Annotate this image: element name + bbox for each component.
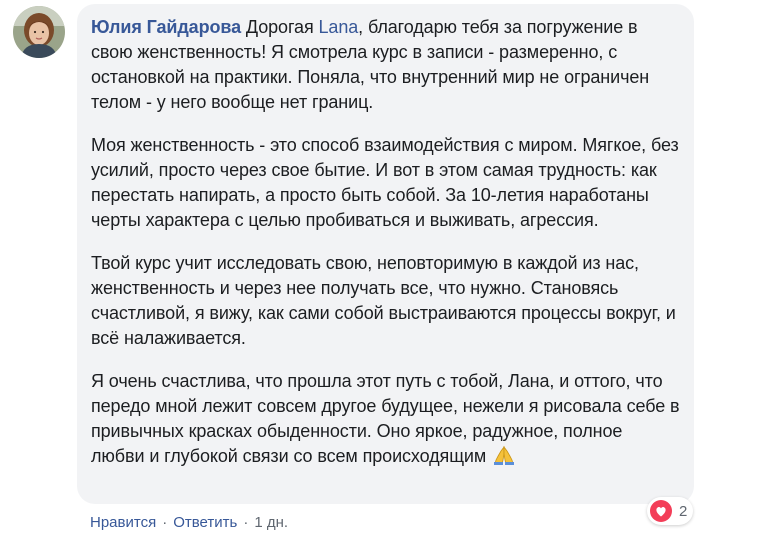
paragraph-4-text: Я очень счастлива, что прошла этот путь …: [91, 371, 680, 466]
folded-hands-icon: [493, 445, 515, 465]
comment: Юлия Гайдарова Дорогая Lana, благодарю т…: [0, 0, 765, 540]
separator: ·: [243, 513, 249, 531]
timestamp[interactable]: 1 дн.: [254, 514, 288, 531]
reaction-count: 2: [679, 502, 688, 520]
comment-paragraph-4: Я очень счастлива, что прошла этот путь …: [91, 369, 680, 469]
comment-paragraph-3: Твой курс учит исследовать свою, неповто…: [91, 253, 676, 348]
reply-button[interactable]: Ответить: [173, 514, 237, 531]
comment-bubble: Юлия Гайдарова Дорогая Lana, благодарю т…: [77, 4, 694, 504]
avatar-image: [13, 6, 65, 58]
comment-paragraph-2: Моя женственность - это способ взаимодей…: [91, 135, 679, 230]
separator: ·: [162, 513, 168, 531]
author-name[interactable]: Юлия Гайдарова: [91, 17, 241, 37]
heart-icon: [650, 500, 672, 522]
comment-actions: Нравится · Ответить · 1 дн.: [90, 512, 288, 532]
reactions-summary[interactable]: 2: [647, 497, 694, 525]
like-button[interactable]: Нравится: [90, 514, 156, 531]
comment-paragraph-1: Юлия Гайдарова Дорогая Lana, благодарю т…: [91, 15, 680, 115]
mention-link[interactable]: Lana: [319, 17, 359, 37]
intro-text-before: Дорогая: [241, 17, 319, 37]
avatar[interactable]: [13, 6, 65, 58]
